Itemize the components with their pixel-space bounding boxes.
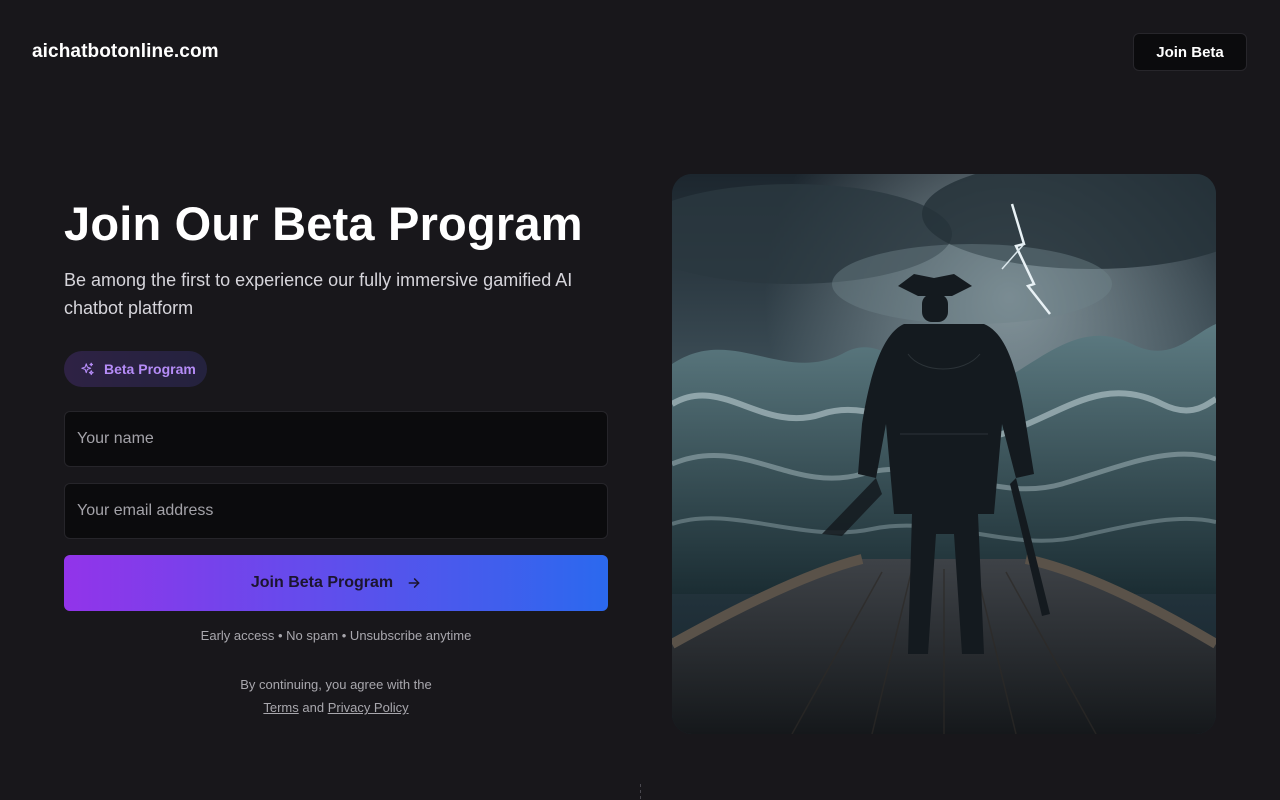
site-brand[interactable]: aichatbotonline.com xyxy=(32,41,219,63)
hero-illustration xyxy=(672,174,1216,734)
perks-note: Early access • No spam • Unsubscribe any… xyxy=(200,628,472,643)
join-beta-header-button[interactable]: Join Beta xyxy=(1133,33,1247,71)
legal-and: and xyxy=(302,700,325,715)
join-beta-program-button[interactable]: Join Beta Program xyxy=(64,555,608,611)
badge-label: Beta Program xyxy=(104,361,196,377)
arrow-right-icon xyxy=(408,578,420,588)
submit-button-label: Join Beta Program xyxy=(250,574,394,591)
sparkles-icon xyxy=(81,362,94,375)
beta-program-badge: Beta Program xyxy=(64,351,207,387)
legal-note: By continuing, you agree with the Terms … xyxy=(64,673,608,719)
email-input[interactable] xyxy=(64,483,608,539)
privacy-policy-link[interactable]: Privacy Policy xyxy=(328,700,409,715)
legal-links: Terms and Privacy Policy xyxy=(64,696,608,719)
page-title: Join Our Beta Program xyxy=(64,197,583,250)
terms-link[interactable]: Terms xyxy=(263,700,298,715)
name-input[interactable] xyxy=(64,411,608,467)
legal-prefix: By continuing, you agree with the xyxy=(240,677,432,692)
scroll-indicator xyxy=(640,784,641,800)
top-navigation: aichatbotonline.com Join Beta xyxy=(0,0,1280,106)
signup-intro: Join Our Beta Program Be among the first… xyxy=(64,190,624,322)
page-subtitle: Be among the first to experience our ful… xyxy=(64,270,573,318)
stormy-sea-pirate-illustration xyxy=(672,174,1216,734)
